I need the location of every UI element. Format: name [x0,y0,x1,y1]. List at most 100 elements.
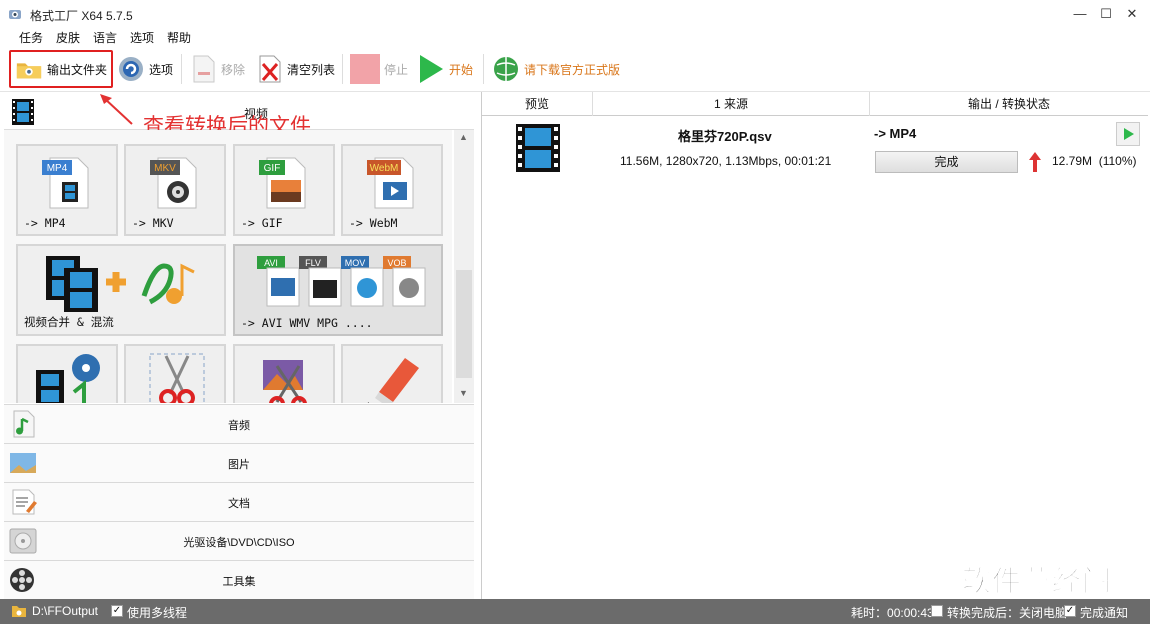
options-button[interactable]: 选项 [117,50,173,88]
toolbar: 输出文件夹 选项 移除 清空列表 停止 开始 请下载官方正式版 [0,46,1150,92]
category-label: 工具集 [222,576,256,588]
tile-video-crop[interactable] [233,344,335,403]
category-toolbox[interactable]: 工具集 [4,560,474,599]
menu-help[interactable]: 帮助 [167,29,191,46]
menu-task[interactable]: 任务 [19,29,43,46]
task-row[interactable]: 格里芬720P.qsv 11.56M, 1280x720, 1.13Mbps, … [482,116,1148,180]
mp4-badge-text: MP4 [47,163,68,174]
options-gear-icon [119,57,143,81]
multi-format-icon: AVI FLV MOV VOB [257,256,426,307]
minimize-icon[interactable]: — [1069,4,1091,24]
tile-video-merge[interactable]: 视频合并 & 混流 [16,244,226,336]
stop-button[interactable]: 停止 [350,50,408,88]
menu-options[interactable]: 选项 [130,29,154,46]
size-increase-arrow-icon [1029,152,1041,172]
start-button[interactable]: 开始 [417,50,473,88]
clear-list-button[interactable]: 清空列表 [257,50,335,88]
scroll-up-icon[interactable]: ▲ [459,132,468,142]
conversion-status-bar: 完成 [875,151,1018,173]
toolbar-separator [342,54,343,84]
menu-language[interactable]: 语言 [93,29,117,46]
gif-badge-text: GIF [264,163,281,174]
scissors-icon [149,353,205,403]
output-folder-small-icon[interactable] [11,604,27,618]
tile-to-gif[interactable]: GIF -> GIF [233,144,335,236]
tile-to-mkv[interactable]: MKV -> MKV [124,144,226,236]
folder-icon [16,63,42,79]
output-size-value: 12.79M [1052,154,1093,168]
remove-label: 移除 [221,62,246,77]
elapsed-time: 耗时：00:00:43 [851,604,934,621]
status-bar: D:\FFOutput ✓ 使用多线程 耗时：00:00:43 转换完成后：关闭… [0,599,1150,624]
notify-checkbox[interactable]: ✓ [1064,605,1076,617]
logo-glyph: Logo [367,401,391,403]
tile-label: -> AVI WMV MPG .... [241,316,373,330]
shutdown-after-checkbox[interactable] [931,605,943,617]
film-icon [12,99,34,125]
tile-label: -> GIF [241,216,283,230]
toolbar-separator [483,54,484,84]
output-folder-button[interactable]: 输出文件夹 [9,50,113,88]
gif-file-icon: GIF [259,157,306,209]
category-image[interactable]: 图片 [4,443,474,482]
grid-scrollbar[interactable]: ▲ ▼ [454,130,474,403]
video-merge-icon [46,256,195,312]
app-logo-icon [9,10,21,19]
column-preview[interactable]: 预览 [482,92,593,116]
tile-to-mp4[interactable]: MP4 -> MP4 [16,144,118,236]
play-output-button[interactable] [1116,122,1140,146]
eraser-icon: Logo [367,358,419,403]
target-format: -> MP4 [874,126,917,141]
tile-label: -> WebM [349,216,398,230]
output-path[interactable]: D:\FFOutput [32,604,98,618]
globe-icon [494,57,518,81]
maximize-icon[interactable]: ☐ [1095,4,1117,24]
shutdown-after-label: 转换完成后：关闭电脑 [947,606,1068,620]
tile-remove-logo[interactable]: Logo [341,344,443,403]
stop-label: 停止 [384,62,409,77]
menu-bar: 任务 皮肤 语言 选项 帮助 [0,28,1150,46]
tile-to-avi-wmv-mpg[interactable]: AVI FLV MOV VOB -> AVI WMV MPG .... [233,244,443,336]
stop-icon [350,54,380,84]
category-label: 光驱设备\DVD\CD\ISO [183,537,295,549]
column-output-status[interactable]: 输出 / 转换状态 [870,92,1148,116]
annotation-arrow-icon [100,94,133,125]
output-size-ratio: (110%) [1098,154,1137,168]
menu-skin[interactable]: 皮肤 [56,29,80,46]
play-icon [1124,128,1134,140]
close-icon[interactable]: ✕ [1121,4,1143,24]
elapsed-value: 00:00:43 [887,606,934,620]
remove-button[interactable]: 移除 [191,50,245,88]
category-audio[interactable]: 音频 [4,404,474,443]
tile-to-webm[interactable]: WebM -> WebM [341,144,443,236]
notify-label: 完成通知 [1080,606,1129,620]
download-official-label: 请下载官方正式版 [524,62,621,77]
category-optical-disc[interactable]: 光驱设备\DVD\CD\ISO [4,521,474,560]
clear-list-icon [259,55,281,83]
svg-text:VOB: VOB [387,258,406,268]
clear-list-label: 清空列表 [287,62,336,77]
download-official-button[interactable]: 请下载官方正式版 [492,50,620,88]
tile-video-cut[interactable] [124,344,226,403]
category-label: 文档 [228,498,250,510]
svg-text:MOV: MOV [345,258,366,268]
remove-icon [193,55,215,83]
options-label: 选项 [149,62,174,77]
source-file-name: 格里芬720P.qsv [678,129,772,144]
scroll-down-icon[interactable]: ▼ [459,388,468,398]
source-file-info: 11.56M, 1280x720, 1.13Mbps, 00:01:21 [620,154,832,168]
elapsed-label: 耗时： [851,606,888,620]
multithread-checkbox[interactable]: ✓ [111,605,123,617]
mkv-file-icon: MKV [150,157,197,209]
column-source[interactable]: 1 来源 [593,92,870,116]
tile-video-audio[interactable] [16,344,118,403]
film-music-icon [36,354,100,403]
task-list-panel: 预览 1 来源 输出 / 转换状态 格里芬720P.qsv 11.56M, 12… [481,92,1148,599]
mp4-file-icon: MP4 [42,157,89,209]
category-document[interactable]: 文档 [4,482,474,521]
crop-scissors-icon [263,360,307,403]
video-preview-film-icon [516,124,560,172]
scroll-thumb[interactable] [456,270,472,378]
webm-file-icon: WebM [367,157,414,209]
svg-text:AVI: AVI [264,258,278,268]
